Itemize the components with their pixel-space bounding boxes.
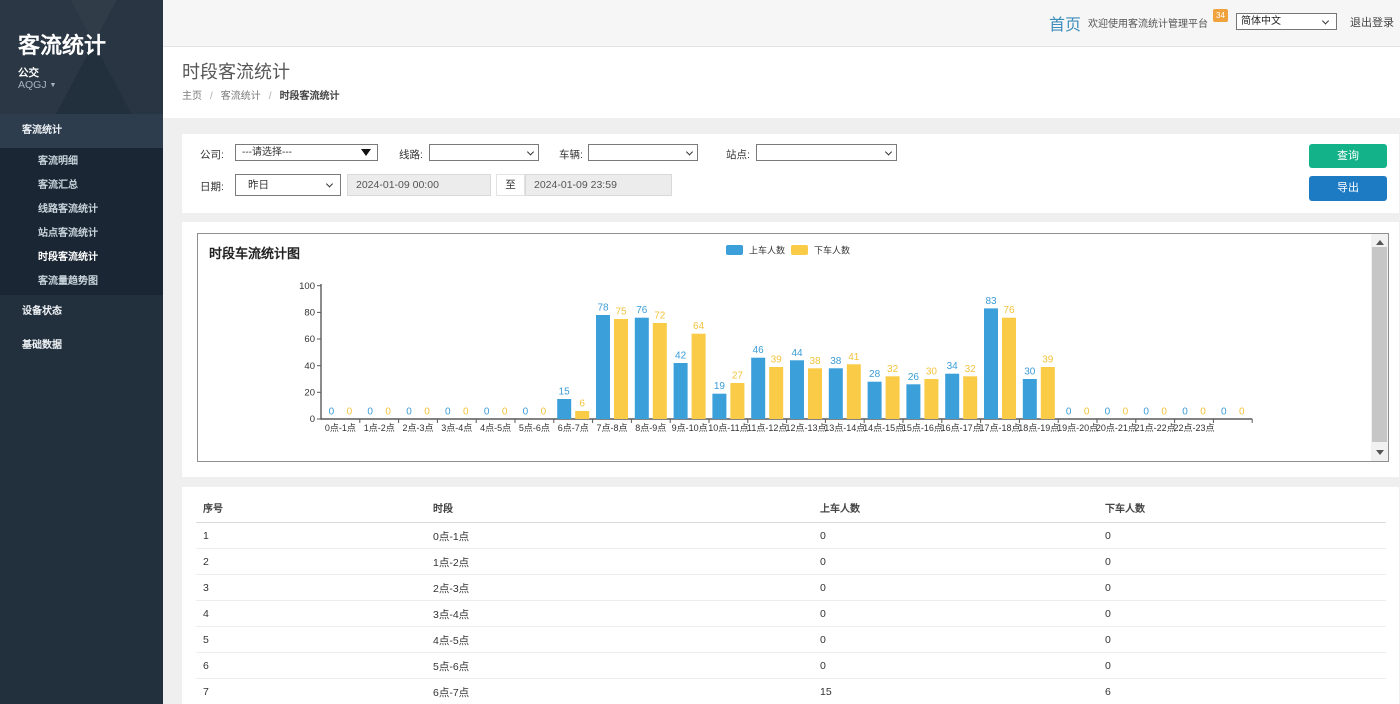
svg-text:0: 0 (1239, 407, 1245, 418)
svg-text:19: 19 (714, 381, 726, 392)
svg-text:0: 0 (1161, 407, 1167, 418)
svg-text:76: 76 (636, 305, 648, 316)
svg-text:0: 0 (385, 407, 391, 418)
svg-text:6: 6 (579, 399, 585, 410)
svg-text:0: 0 (310, 414, 315, 425)
svg-text:2点-3点: 2点-3点 (402, 423, 433, 433)
svg-text:下车人数: 下车人数 (814, 245, 850, 256)
svg-text:0: 0 (1105, 407, 1111, 418)
svg-text:0: 0 (1182, 407, 1188, 418)
svg-text:32: 32 (887, 364, 899, 375)
svg-text:0: 0 (1200, 407, 1206, 418)
svg-text:0: 0 (1221, 407, 1227, 418)
svg-text:0: 0 (541, 407, 547, 418)
svg-text:上车人数: 上车人数 (749, 245, 785, 256)
svg-text:0: 0 (1123, 407, 1129, 418)
svg-text:60: 60 (304, 334, 315, 345)
svg-text:0: 0 (1084, 407, 1090, 418)
svg-text:0: 0 (1066, 407, 1072, 418)
svg-text:0: 0 (367, 407, 373, 418)
svg-text:12点-13点: 12点-13点 (785, 423, 826, 433)
svg-text:75: 75 (615, 307, 627, 318)
svg-text:39: 39 (771, 355, 783, 366)
svg-text:0: 0 (445, 407, 451, 418)
svg-text:13点-14点: 13点-14点 (824, 423, 865, 433)
svg-text:10点-11点: 10点-11点 (708, 423, 748, 433)
svg-text:0: 0 (424, 407, 430, 418)
svg-text:0: 0 (484, 407, 490, 418)
svg-text:39: 39 (1042, 355, 1054, 366)
svg-text:44: 44 (791, 348, 803, 359)
svg-text:34: 34 (947, 361, 959, 372)
svg-text:7点-8点: 7点-8点 (596, 423, 627, 433)
svg-text:30: 30 (926, 367, 938, 378)
svg-text:30: 30 (1024, 367, 1036, 378)
svg-text:38: 38 (830, 356, 842, 367)
svg-text:0: 0 (523, 407, 529, 418)
svg-text:0: 0 (463, 407, 469, 418)
svg-text:0: 0 (347, 407, 353, 418)
svg-text:19点-20点: 19点-20点 (1057, 423, 1098, 433)
svg-text:72: 72 (654, 311, 666, 322)
svg-text:20点-21点: 20点-21点 (1096, 423, 1137, 433)
svg-text:3点-4点: 3点-4点 (441, 423, 472, 433)
svg-text:0: 0 (329, 407, 335, 418)
svg-text:42: 42 (675, 351, 687, 362)
svg-text:28: 28 (869, 369, 881, 380)
svg-text:46: 46 (753, 345, 765, 356)
svg-text:15: 15 (559, 387, 571, 398)
svg-text:78: 78 (597, 303, 609, 314)
svg-text:26: 26 (908, 372, 920, 383)
svg-text:0: 0 (1143, 407, 1149, 418)
svg-text:21点-22点: 21点-22点 (1135, 423, 1176, 433)
svg-text:16点-17点: 16点-17点 (941, 423, 982, 433)
svg-text:4点-5点: 4点-5点 (480, 423, 511, 433)
svg-text:8点-9点: 8点-9点 (635, 423, 666, 433)
svg-text:27: 27 (732, 371, 744, 382)
svg-text:76: 76 (1003, 305, 1015, 316)
svg-text:32: 32 (965, 364, 977, 375)
svg-text:22点-23点: 22点-23点 (1173, 423, 1214, 433)
svg-text:18点-19点: 18点-19点 (1018, 423, 1059, 433)
svg-text:80: 80 (304, 308, 315, 319)
svg-text:11点-12点: 11点-12点 (747, 423, 787, 433)
svg-text:6点-7点: 6点-7点 (558, 423, 589, 433)
svg-text:20: 20 (304, 388, 315, 399)
svg-text:83: 83 (985, 296, 997, 307)
svg-text:17点-18点: 17点-18点 (979, 423, 1020, 433)
svg-text:15点-16点: 15点-16点 (902, 423, 943, 433)
svg-text:100: 100 (299, 281, 315, 292)
svg-text:9点-10点: 9点-10点 (672, 423, 708, 433)
svg-text:40: 40 (304, 361, 315, 372)
svg-text:64: 64 (693, 321, 705, 332)
svg-text:0: 0 (406, 407, 412, 418)
svg-text:0点-1点: 0点-1点 (325, 423, 356, 433)
svg-text:1点-2点: 1点-2点 (364, 423, 395, 433)
svg-text:38: 38 (809, 356, 821, 367)
svg-text:41: 41 (848, 352, 860, 363)
svg-text:14点-15点: 14点-15点 (863, 423, 904, 433)
svg-text:5点-6点: 5点-6点 (519, 423, 550, 433)
svg-text:0: 0 (502, 407, 508, 418)
